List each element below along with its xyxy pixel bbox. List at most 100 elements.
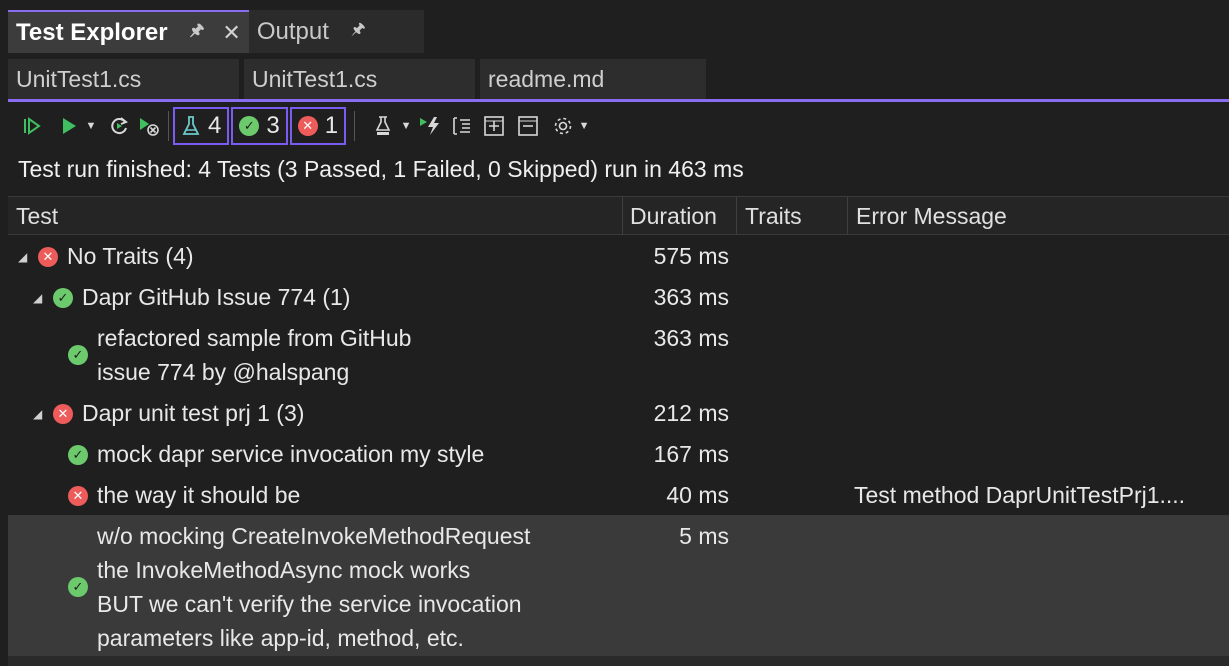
test-name-cell: ✓ refactored sample from GitHub issue 774 …	[8, 317, 623, 392]
column-header-duration[interactable]: Duration	[623, 197, 737, 235]
traits-cell	[737, 515, 848, 658]
tab-accent-line	[8, 99, 1229, 102]
traits-cell	[737, 392, 848, 433]
filter-total-count: 4	[208, 112, 222, 139]
error-message-cell	[848, 317, 1229, 392]
tab-output-label: Output	[256, 17, 329, 45]
tab-test-explorer-label: Test Explorer	[16, 18, 168, 46]
test-name: Dapr unit test prj 1 (3)	[82, 396, 304, 430]
test-name: Dapr GitHub Issue 774 (1)	[82, 280, 350, 314]
passed-icon: ✓	[68, 445, 88, 465]
expand-all-icon[interactable]	[479, 111, 509, 141]
filter-failed-button[interactable]: ✕ 1	[289, 107, 347, 145]
collapse-all-icon[interactable]	[513, 111, 543, 141]
error-message-cell	[848, 235, 1229, 276]
failed-icon: ✕	[53, 404, 73, 424]
column-header-test[interactable]: Test	[8, 197, 623, 235]
test-name: the way it should be	[97, 478, 300, 512]
test-name: w/o mocking CreateInvokeMethodRequest the…	[97, 519, 530, 655]
playlist-icon[interactable]	[369, 111, 399, 141]
test-row[interactable]: ✓ w/o mocking CreateInvokeMethodRequest th…	[8, 515, 1229, 658]
cancel-run-icon[interactable]	[134, 111, 164, 141]
toolbar-separator	[168, 111, 169, 141]
tab-test-explorer[interactable]: Test Explorer 🖈 ✕	[8, 10, 249, 53]
test-name-cell: ✓ w/o mocking CreateInvokeMethodRequest th…	[8, 515, 623, 658]
test-name: mock dapr service invocation my style	[97, 437, 484, 471]
pin-icon[interactable]: 🖈	[190, 19, 205, 46]
run-summary: Test run finished: 4 Tests (3 Passed, 1 …	[18, 156, 744, 182]
test-grid: Test Duration Traits Error Message ◢ ✕ No …	[8, 196, 1229, 658]
passed-icon: ✓	[68, 577, 88, 597]
flask-icon	[182, 116, 200, 135]
run-after-build-icon[interactable]	[417, 111, 443, 141]
test-name-line: parameters like app-id, method, etc.	[97, 625, 464, 651]
run-all-icon[interactable]	[18, 111, 46, 141]
traits-cell	[737, 235, 848, 276]
expand-arrow-icon[interactable]: ◢	[33, 407, 42, 421]
doc-tab-readme[interactable]: readme.md	[480, 59, 706, 99]
toolbar-separator	[354, 111, 356, 141]
filter-passed-count: 3	[266, 112, 280, 139]
traits-cell	[737, 317, 848, 392]
traits-cell	[737, 276, 848, 317]
gear-icon[interactable]	[549, 111, 577, 141]
test-name-line: w/o mocking CreateInvokeMethodRequest	[97, 523, 531, 549]
test-name-line: refactored sample from GitHub	[97, 325, 412, 351]
test-name-line: Dapr GitHub Issue 774 (1)	[82, 284, 351, 310]
column-header-error-message[interactable]: Error Message	[848, 197, 1229, 235]
settings-dropdown-icon[interactable]: ▼	[577, 111, 591, 141]
test-name-cell: ◢ ✕ No Traits (4)	[8, 235, 623, 276]
passed-icon: ✓	[53, 288, 73, 308]
test-row[interactable]: ◢ ✓ Dapr GitHub Issue 774 (1) 363 ms	[8, 276, 1229, 317]
duration-cell: 40 ms	[666, 482, 729, 508]
doc-tab-unittest1[interactable]: UnitTest1.cs	[8, 59, 239, 99]
traits-cell	[737, 474, 848, 515]
passed-icon: ✓	[68, 345, 88, 365]
test-row[interactable]: ◢ ✕ No Traits (4) 575 ms	[8, 235, 1229, 276]
test-row[interactable]: ✓ mock dapr service invocation my style 16…	[8, 433, 1229, 474]
test-name-line: the InvokeMethodAsync mock works	[97, 557, 471, 583]
test-toolbar: ▼ 4 ✓ 3 ✕ 1 ▼ ▼	[8, 104, 1229, 148]
test-row[interactable]: ✓ refactored sample from GitHub issue 774 …	[8, 317, 1229, 392]
test-name-cell: ✕ the way it should be	[8, 474, 623, 515]
traits-cell	[737, 433, 848, 474]
run-icon[interactable]	[54, 111, 84, 141]
expand-arrow-icon[interactable]: ◢	[33, 291, 42, 305]
playlist-dropdown-icon[interactable]: ▼	[399, 111, 413, 141]
test-name: No Traits (4)	[67, 239, 194, 273]
tab-output[interactable]: Output 🖈	[248, 10, 424, 53]
test-name-line: mock dapr service invocation my style	[97, 441, 485, 467]
error-message-cell	[848, 392, 1229, 433]
test-name-cell: ◢ ✕ Dapr unit test prj 1 (3)	[8, 392, 623, 433]
duration-cell: 212 ms	[653, 400, 729, 426]
failed-icon: ✕	[38, 247, 58, 267]
run-dropdown-icon[interactable]: ▼	[84, 111, 98, 141]
group-by-icon[interactable]	[447, 111, 477, 141]
test-name-cell: ✓ mock dapr service invocation my style	[8, 433, 623, 474]
test-name-line: the way it should be	[97, 482, 301, 508]
grid-bottom-strip	[8, 656, 1229, 666]
test-name-line: issue 774 by @halspang	[97, 359, 350, 385]
filter-passed-button[interactable]: ✓ 3	[231, 107, 288, 145]
tool-window-tabs: Test Explorer 🖈 ✕ Output 🖈	[8, 10, 424, 53]
filter-total-button[interactable]: 4	[173, 107, 230, 145]
test-rows: ◢ ✕ No Traits (4) 575 ms ◢ ✓ Dapr GitHub Issue…	[8, 235, 1229, 658]
test-row[interactable]: ✕ the way it should be 40 ms Test method Da…	[8, 474, 1229, 515]
duration-cell: 167 ms	[653, 441, 729, 467]
column-header-traits[interactable]: Traits	[737, 197, 848, 235]
error-message-cell: Test method DaprUnitTestPrj1....	[854, 482, 1186, 508]
test-name-line: Dapr unit test prj 1 (3)	[82, 400, 305, 426]
test-name-line: BUT we can't verify the service invocati…	[97, 591, 522, 617]
expand-arrow-icon[interactable]: ◢	[18, 250, 27, 264]
test-row[interactable]: ◢ ✕ Dapr unit test prj 1 (3) 212 ms	[8, 392, 1229, 433]
repeat-run-icon[interactable]	[104, 111, 134, 141]
close-icon[interactable]: ✕	[222, 20, 240, 46]
test-name-cell: ◢ ✓ Dapr GitHub Issue 774 (1)	[8, 276, 623, 317]
pin-icon[interactable]: 🖈	[351, 18, 366, 45]
test-name-line: No Traits (4)	[67, 243, 194, 269]
doc-tab-unittest1-2[interactable]: UnitTest1.cs	[244, 59, 475, 99]
grid-header: Test Duration Traits Error Message	[8, 197, 1229, 235]
test-name: refactored sample from GitHub issue 774 b…	[97, 321, 411, 389]
document-tabs: UnitTest1.cs UnitTest1.cs readme.md	[8, 59, 706, 99]
duration-cell: 575 ms	[653, 243, 729, 269]
